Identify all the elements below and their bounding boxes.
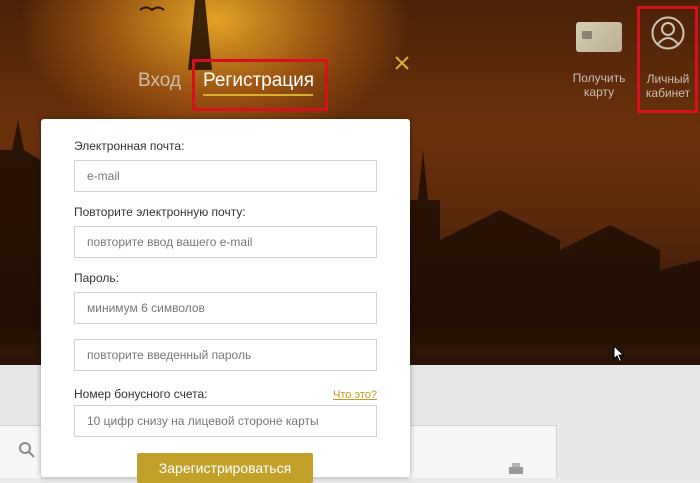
email-field[interactable] <box>74 160 377 192</box>
repeat-email-field[interactable] <box>74 226 377 258</box>
password-label: Пароль: <box>74 271 119 285</box>
bonus-help-link[interactable]: Что это? <box>333 389 377 401</box>
repeat-email-label: Повторите электронную почту: <box>74 205 246 219</box>
repeat-password-field[interactable] <box>74 339 377 371</box>
tab-login[interactable]: Вход <box>138 70 181 92</box>
registration-form: Электронная почта: Повторите электронную… <box>41 119 410 483</box>
search-icon[interactable] <box>14 437 40 463</box>
print-icon[interactable] <box>508 463 524 475</box>
email-label: Электронная почта: <box>74 139 185 153</box>
close-icon[interactable] <box>393 54 411 72</box>
password-field[interactable] <box>74 292 377 324</box>
credit-card-icon <box>576 22 622 52</box>
user-avatar-icon <box>651 16 685 50</box>
tab-register[interactable]: Регистрация <box>203 70 314 92</box>
mouse-cursor <box>613 345 625 363</box>
bonus-account-field[interactable] <box>74 405 377 437</box>
register-button[interactable]: Зарегистрироваться <box>137 453 313 483</box>
get-card-label: Получить карту <box>572 71 626 99</box>
personal-cabinet-link[interactable]: Личный кабинет <box>640 16 696 100</box>
bonus-account-label: Номер бонусного счета: <box>74 387 208 401</box>
personal-cabinet-label: Личный кабинет <box>645 72 691 100</box>
active-tab-underline <box>203 94 313 96</box>
get-card-link[interactable]: Получить карту <box>566 22 632 99</box>
